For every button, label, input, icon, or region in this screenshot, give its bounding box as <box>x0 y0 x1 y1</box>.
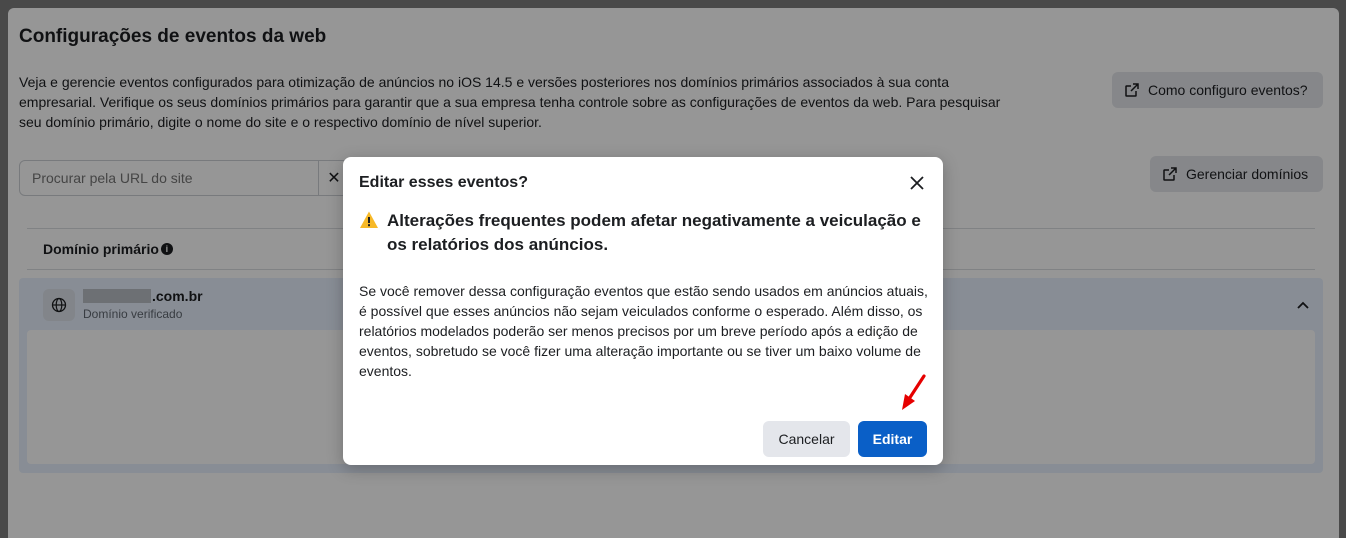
close-icon[interactable] <box>907 173 927 193</box>
dialog-body: Se você remover dessa configuração event… <box>359 283 928 379</box>
warning-icon <box>360 211 378 228</box>
edit-button[interactable]: Editar <box>858 421 927 457</box>
warning-heading: Alterações frequentes podem afetar negat… <box>387 211 921 254</box>
warning-banner: Alterações frequentes podem afetar negat… <box>359 209 929 257</box>
cancel-button[interactable]: Cancelar <box>763 421 850 457</box>
dialog-title: Editar esses eventos? <box>359 174 528 191</box>
edit-events-dialog: Editar esses eventos? Alterações frequen… <box>343 157 943 465</box>
red-arrow-annotation <box>902 374 926 410</box>
